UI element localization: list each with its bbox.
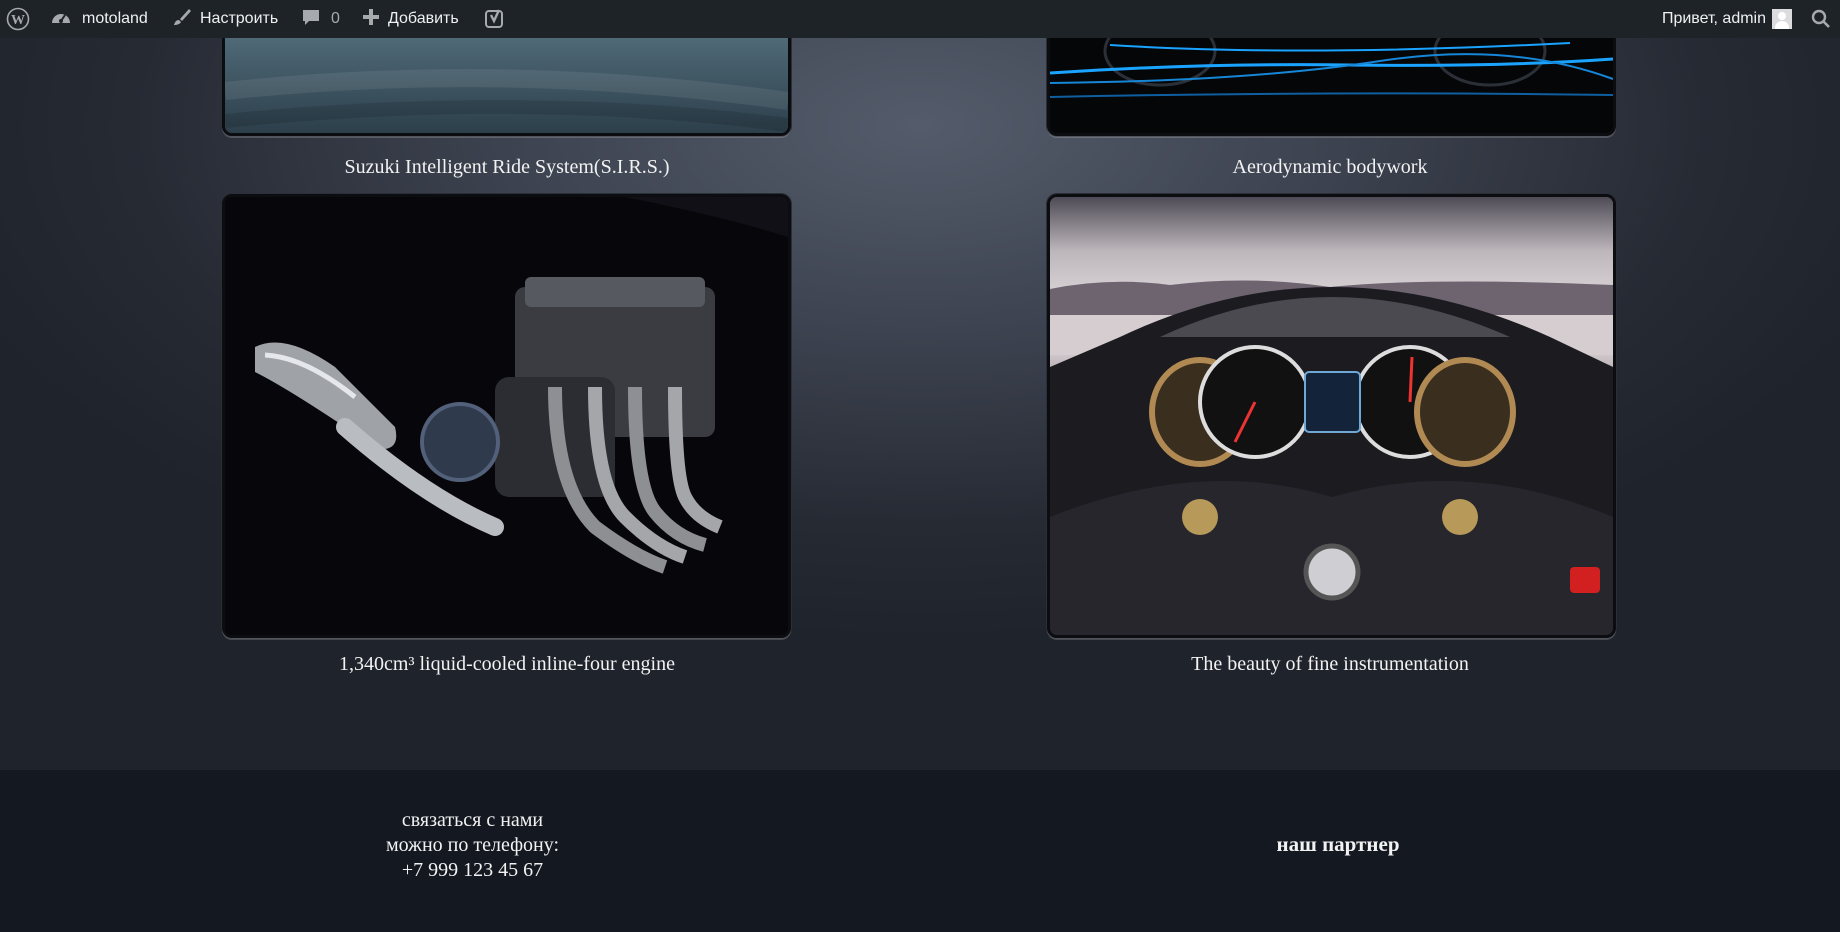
comments-link[interactable]: 0 (301, 0, 340, 38)
search-icon[interactable] (1810, 0, 1832, 38)
gallery-section: Suzuki Intelligent Ride System(S.I.R.S.)… (0, 18, 1840, 770)
site-footer: связаться с нами можно по телефону: +7 9… (0, 770, 1840, 932)
add-new-link[interactable]: Добавить (362, 0, 459, 38)
wordpress-logo-icon[interactable]: W (4, 0, 32, 38)
plus-icon (362, 8, 380, 31)
site-name-link[interactable]: motoland (50, 0, 148, 38)
caption-aerodynamic: Aerodynamic bodywork (1232, 156, 1428, 178)
add-new-label: Добавить (388, 10, 459, 27)
partner-heading: наш партнер (1276, 832, 1400, 856)
greeting-label: Привет, admin (1661, 10, 1766, 27)
customize-link[interactable]: Настроить (172, 0, 278, 38)
my-account-link[interactable]: Привет, admin (1662, 0, 1792, 38)
contact-phone[interactable]: +7 999 123 45 67 (340, 858, 605, 883)
admin-bar: W motoland Настроить 0 Добавить Привет, … (0, 0, 1840, 38)
avatar (1772, 9, 1792, 29)
comment-icon (301, 7, 321, 32)
caption-engine: 1,340cm³ liquid-cooled inline-four engin… (339, 653, 675, 675)
caption-instrumentation: The beauty of fine instrumentation (1191, 653, 1469, 675)
dashboard-icon (50, 8, 72, 31)
gallery-image-instrumentation[interactable] (1047, 194, 1616, 638)
svg-text:W: W (11, 13, 25, 28)
contact-line-2: можно по телефону: (385, 834, 560, 856)
brush-icon (172, 7, 192, 32)
contact-line-1: связаться с нами (401, 809, 544, 831)
yoast-icon[interactable] (484, 0, 506, 38)
site-name-label: motoland (82, 10, 148, 27)
caption-sirs: Suzuki Intelligent Ride System(S.I.R.S.) (344, 156, 670, 178)
contact-block: связаться с нами можно по телефону: +7 9… (340, 808, 605, 883)
gallery-image-engine[interactable] (222, 194, 791, 638)
customize-label: Настроить (200, 10, 279, 27)
comments-count: 0 (331, 10, 340, 27)
